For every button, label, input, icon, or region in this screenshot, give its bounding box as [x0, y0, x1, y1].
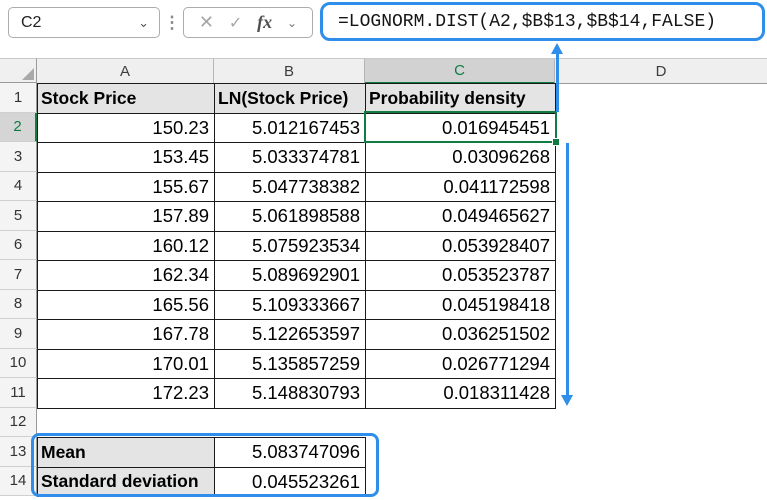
row-header-2[interactable]: 2: [0, 113, 37, 143]
insert-function-icon[interactable]: fx: [257, 12, 272, 33]
formula-bar-buttons: ✕ ✓ fx ⌄: [183, 7, 313, 38]
table-cell[interactable]: 5.148830793: [215, 379, 366, 409]
table-cell[interactable]: 162.34: [38, 261, 215, 291]
table-cell[interactable]: 5.012167453: [215, 114, 366, 144]
formula-text: =LOGNORM.DIST(A2,$B$13,$B$14,FALSE): [338, 12, 716, 32]
row-header-1[interactable]: 1: [0, 83, 37, 113]
table-cell[interactable]: 0.041172598: [366, 173, 556, 203]
name-box-value: C2: [21, 14, 41, 32]
table-cell[interactable]: 0.03096268: [366, 143, 556, 173]
table-cell[interactable]: 0.026771294: [366, 350, 556, 380]
table-cell[interactable]: 150.23: [38, 114, 215, 144]
table-cell[interactable]: 5.109333667: [215, 291, 366, 321]
formula-bar-chevron-icon[interactable]: ⌄: [287, 16, 297, 30]
table-cell[interactable]: 5.061898588: [215, 202, 366, 232]
table-cell[interactable]: 5.075923534: [215, 232, 366, 262]
stats-table: Mean5.083747096Standard deviation0.04552…: [37, 437, 366, 497]
table-cell[interactable]: 0.018311428: [366, 379, 556, 409]
table-cell[interactable]: 165.56: [38, 291, 215, 321]
row-header-14[interactable]: 14: [0, 467, 37, 497]
row-headers: 1234567891011121314: [0, 83, 37, 496]
select-all-corner[interactable]: [0, 58, 37, 83]
row-header-10[interactable]: 10: [0, 349, 37, 379]
table-cell[interactable]: 5.122653597: [215, 320, 366, 350]
header-cell[interactable]: Probability density: [366, 84, 556, 114]
table-cell[interactable]: 0.053928407: [366, 232, 556, 262]
column-header-b[interactable]: B: [214, 59, 365, 84]
row-header-8[interactable]: 8: [0, 290, 37, 320]
arrow-down-icon: [561, 143, 574, 406]
stats-value-cell[interactable]: 5.083747096: [215, 438, 366, 468]
row-header-9[interactable]: 9: [0, 319, 37, 349]
header-cell[interactable]: Stock Price: [38, 84, 215, 114]
row-header-11[interactable]: 11: [0, 378, 37, 408]
table-cell[interactable]: 5.135857259: [215, 350, 366, 380]
cancel-icon[interactable]: ✕: [199, 12, 214, 33]
table-cell[interactable]: 5.089692901: [215, 261, 366, 291]
table-cell[interactable]: 155.67: [38, 173, 215, 203]
data-table: Stock PriceLN(Stock Price)Probability de…: [37, 83, 556, 409]
table-cell[interactable]: 172.23: [38, 379, 215, 409]
table-cell[interactable]: 0.053523787: [366, 261, 556, 291]
excel-window: C2 ⌄ ⋮ ✕ ✓ fx ⌄ =LOGNORM.DIST(A2,$B$13,$…: [0, 0, 767, 500]
column-headers: ABCD: [37, 58, 767, 83]
table-cell[interactable]: 167.78: [38, 320, 215, 350]
table-cell[interactable]: 160.12: [38, 232, 215, 262]
row-header-12[interactable]: 12: [0, 408, 37, 438]
row-header-3[interactable]: 3: [0, 142, 37, 172]
row-header-5[interactable]: 5: [0, 201, 37, 231]
stats-label-cell[interactable]: Mean: [38, 438, 215, 468]
table-cell[interactable]: 5.047738382: [215, 173, 366, 203]
row-header-13[interactable]: 13: [0, 437, 37, 467]
header-cell[interactable]: LN(Stock Price): [215, 84, 366, 114]
formula-input[interactable]: =LOGNORM.DIST(A2,$B$13,$B$14,FALSE): [320, 2, 765, 41]
table-cell[interactable]: 157.89: [38, 202, 215, 232]
column-header-d[interactable]: D: [555, 59, 767, 84]
stats-value-cell[interactable]: 0.045523261: [215, 468, 366, 498]
table-cell[interactable]: 0.016945451: [366, 114, 556, 144]
name-box[interactable]: C2 ⌄: [8, 7, 160, 38]
row-header-6[interactable]: 6: [0, 231, 37, 261]
column-header-a[interactable]: A: [37, 59, 214, 84]
row-header-4[interactable]: 4: [0, 172, 37, 202]
table-cell[interactable]: 0.036251502: [366, 320, 556, 350]
stats-label-cell[interactable]: Standard deviation: [38, 468, 215, 498]
row-header-7[interactable]: 7: [0, 260, 37, 290]
formula-bar-separator-dots-icon: ⋮: [165, 7, 179, 38]
table-cell[interactable]: 153.45: [38, 143, 215, 173]
select-all-triangle-icon: [22, 68, 34, 80]
table-cell[interactable]: 0.045198418: [366, 291, 556, 321]
column-header-c[interactable]: C: [365, 59, 555, 84]
table-cell[interactable]: 170.01: [38, 350, 215, 380]
table-cell[interactable]: 5.033374781: [215, 143, 366, 173]
table-cell[interactable]: 0.049465627: [366, 202, 556, 232]
enter-icon[interactable]: ✓: [229, 13, 242, 33]
name-box-chevron-icon[interactable]: ⌄: [138, 15, 149, 31]
